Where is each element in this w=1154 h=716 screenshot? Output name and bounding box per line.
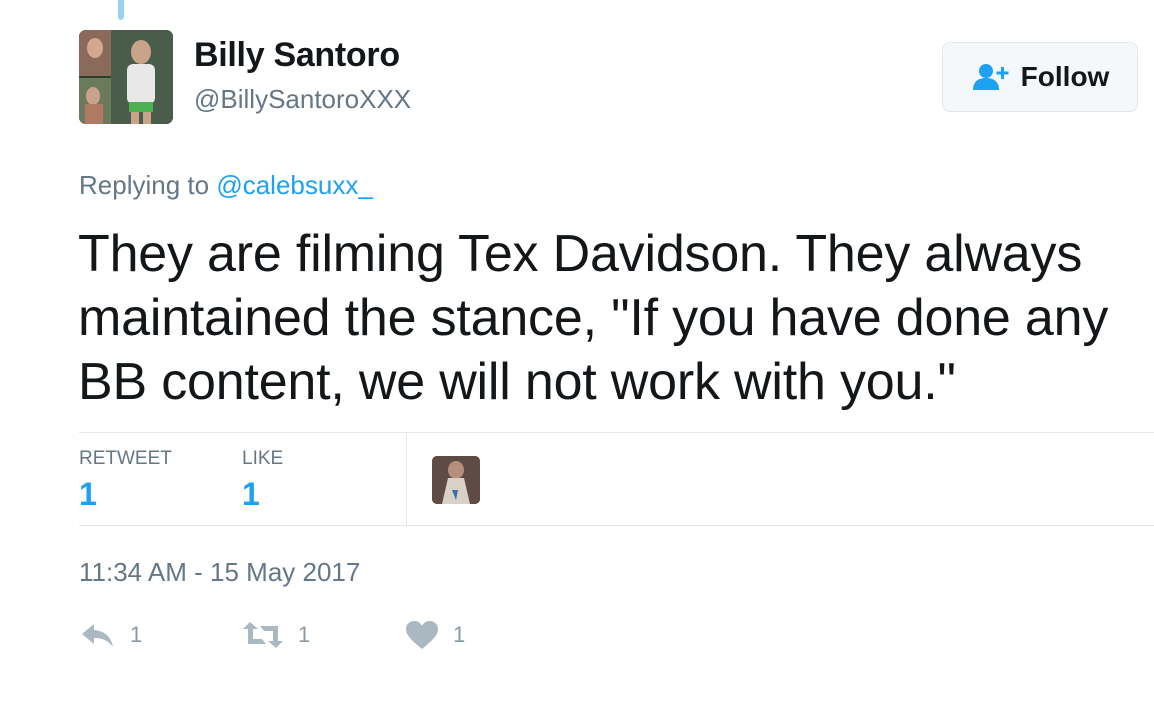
retweet-count: 1 — [298, 622, 311, 647]
reply-context-prefix: Replying to — [79, 170, 210, 200]
stats-divider-top — [79, 432, 1154, 433]
liker-avatar[interactable] — [432, 456, 480, 504]
retweet-icon — [243, 622, 283, 648]
tweet-text: They are filming Tex Davidson. They alwa… — [78, 225, 1109, 411]
follow-button-label: Follow — [1020, 61, 1110, 92]
stats-divider-bottom — [79, 525, 1154, 526]
reply-icon — [82, 624, 113, 647]
like-stat-label: LIKE — [242, 448, 284, 469]
reply-context: Replying to @calebsuxx_ — [79, 170, 373, 201]
reply-mention-link[interactable]: @calebsuxx_ — [216, 170, 372, 200]
retweet-button[interactable]: 1 — [242, 620, 310, 650]
reply-count: 1 — [130, 622, 143, 647]
author-name[interactable]: Billy Santoro — [194, 36, 400, 75]
retweet-stat-label: RETWEET — [79, 448, 172, 469]
thread-connector-line — [118, 0, 124, 20]
stats-vertical-divider — [406, 433, 407, 525]
like-button[interactable]: 1 — [405, 620, 465, 650]
like-stat-count[interactable]: 1 — [242, 476, 260, 513]
retweet-stat-count[interactable]: 1 — [79, 476, 97, 513]
author-handle[interactable]: @BillySantoroXXX — [194, 84, 411, 115]
reply-button[interactable]: 1 — [80, 620, 142, 650]
profile-photo-icon — [79, 30, 173, 124]
add-user-icon — [972, 64, 1009, 90]
liker-profile-photo-icon — [432, 456, 480, 504]
heart-icon — [406, 621, 438, 649]
like-count: 1 — [453, 622, 466, 647]
tweet-timestamp[interactable]: 11:34 AM - 15 May 2017 — [79, 557, 360, 588]
author-avatar[interactable] — [79, 30, 173, 124]
follow-button[interactable]: Follow — [942, 42, 1138, 112]
